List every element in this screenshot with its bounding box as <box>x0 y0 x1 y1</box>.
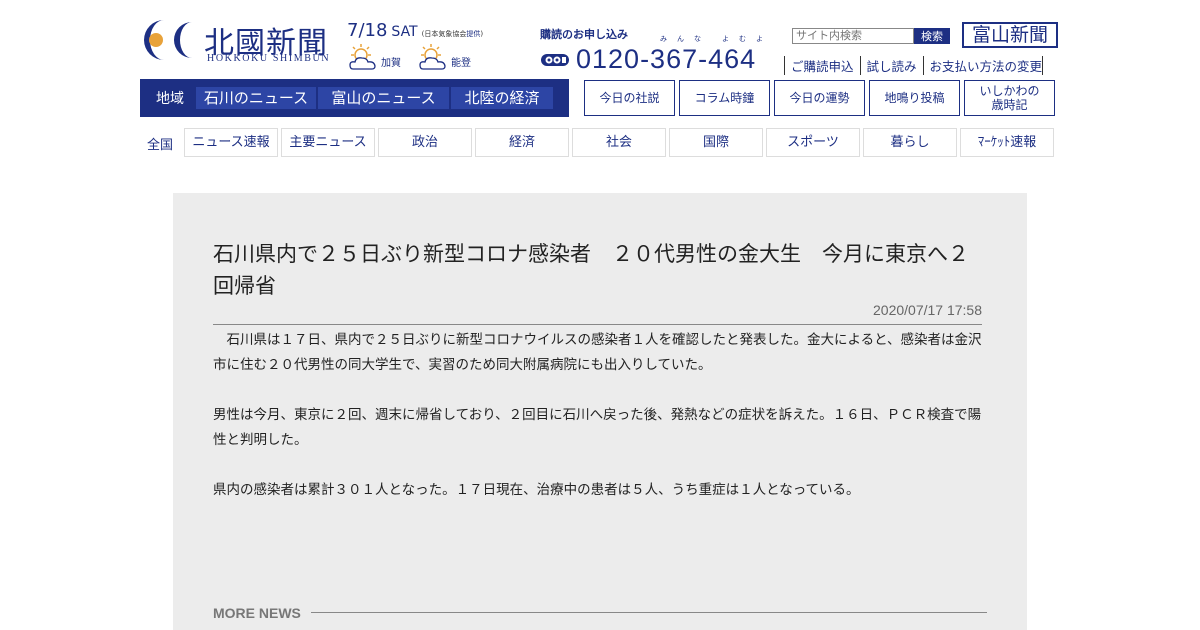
feature-reader-posts[interactable]: 地鳴り投稿 <box>869 80 960 116</box>
weather-place: 加賀 <box>381 57 401 69</box>
trial-link[interactable]: 試し読み <box>859 56 923 75</box>
search-button[interactable]: 検索 <box>914 28 950 44</box>
weather-source: (日本気象協会提供) <box>421 30 484 38</box>
article-paragraph: 男性は今月、東京に２回、週末に帰省しており、２回目に石川へ戻った後、発熱などの症… <box>213 407 982 448</box>
search-input[interactable] <box>792 28 914 44</box>
feature-column-jisho[interactable]: コラム時鐘 <box>679 80 770 116</box>
phone-ruby: みんな <box>660 35 711 43</box>
subscribe-link[interactable]: ご購読申込 <box>784 56 860 75</box>
category-label: 全国 <box>147 138 174 153</box>
subscribe-phone[interactable]: 0120-367-464 <box>540 44 756 75</box>
toyama-shimbun-link[interactable]: 富山新聞 <box>962 22 1058 48</box>
weather-noto[interactable]: 能登 <box>417 42 471 72</box>
sun-behind-cloud-icon <box>419 44 446 70</box>
category-international[interactable]: 国際 <box>669 128 763 157</box>
category-market-news[interactable]: ﾏｰｹｯﾄ速報 <box>960 128 1054 157</box>
category-sports[interactable]: スポーツ <box>766 128 860 157</box>
weather-source-link[interactable]: 提供 <box>466 30 480 38</box>
date-display: 7/18 SAT (日本気象協会提供) <box>347 20 483 41</box>
weekday: SAT <box>391 24 418 40</box>
logo-roman: HOKKOKU SHIMBUN <box>207 53 331 64</box>
article-paragraph: 石川県は１７日、県内で２５日ぶりに新型コロナウイルスの感染者１人を確認したと発表… <box>213 332 982 373</box>
divider <box>311 612 987 613</box>
article-body: 石川県は１７日、県内で２５日ぶりに新型コロナウイルスの感染者１人を確認したと発表… <box>213 328 983 528</box>
category-breaking-news[interactable]: ニュース速報 <box>184 128 278 157</box>
logo-mark-icon <box>144 20 192 60</box>
category-society[interactable]: 社会 <box>572 128 666 157</box>
tab-hokuriku-economy[interactable]: 北陸の経済 <box>451 87 553 109</box>
article-headline: 石川県内で２５日ぶり新型コロナ感染者 ２０代男性の金大生 今月に東京へ２回帰省 <box>213 242 969 298</box>
tab-ishikawa-news[interactable]: 石川のニュース <box>196 87 316 109</box>
site-search: 検索 <box>792 28 950 44</box>
region-label: 地域 <box>156 91 184 107</box>
subscribe-label: 購読のお申し込み <box>540 28 628 41</box>
site-logo[interactable]: 北國新聞 HOKKOKU SHIMBUN <box>140 16 340 68</box>
free-dial-icon <box>541 53 569 66</box>
tab-toyama-news[interactable]: 富山のニュース <box>318 87 449 109</box>
weather-place: 能登 <box>451 57 471 69</box>
category-economy[interactable]: 経済 <box>475 128 569 157</box>
category-top-news[interactable]: 主要ニュース <box>281 128 375 157</box>
phone-number: 0120-367-464 <box>576 44 757 74</box>
more-news-heading: MORE NEWS <box>213 605 301 621</box>
feature-horoscope[interactable]: 今日の運勢 <box>774 80 865 116</box>
sun-behind-cloud-icon <box>349 44 376 70</box>
weather-kaga[interactable]: 加賀 <box>347 42 401 72</box>
category-lifestyle[interactable]: 暮らし <box>863 128 957 157</box>
category-politics[interactable]: 政治 <box>378 128 472 157</box>
phone-ruby: よむよ <box>722 35 773 43</box>
article-paragraph: 県内の感染者は累計３０１人となった。１７日現在、治療中の患者は５人、うち重症は１… <box>213 482 860 498</box>
divider <box>213 324 982 325</box>
region-nav: 地域 石川のニュース 富山のニュース 北陸の経済 <box>140 79 569 117</box>
header-links: ご購読申込 試し読み お支払い方法の変更 <box>784 56 1044 75</box>
article-date: 2020/07/17 17:58 <box>873 302 982 318</box>
payment-change-link[interactable]: お支払い方法の変更 <box>922 56 1044 75</box>
feature-ishikawa-saijiki[interactable]: いしかわの 歳時記 <box>964 80 1055 116</box>
date: 7/18 <box>347 20 388 41</box>
feature-editorial[interactable]: 今日の社説 <box>584 80 675 116</box>
